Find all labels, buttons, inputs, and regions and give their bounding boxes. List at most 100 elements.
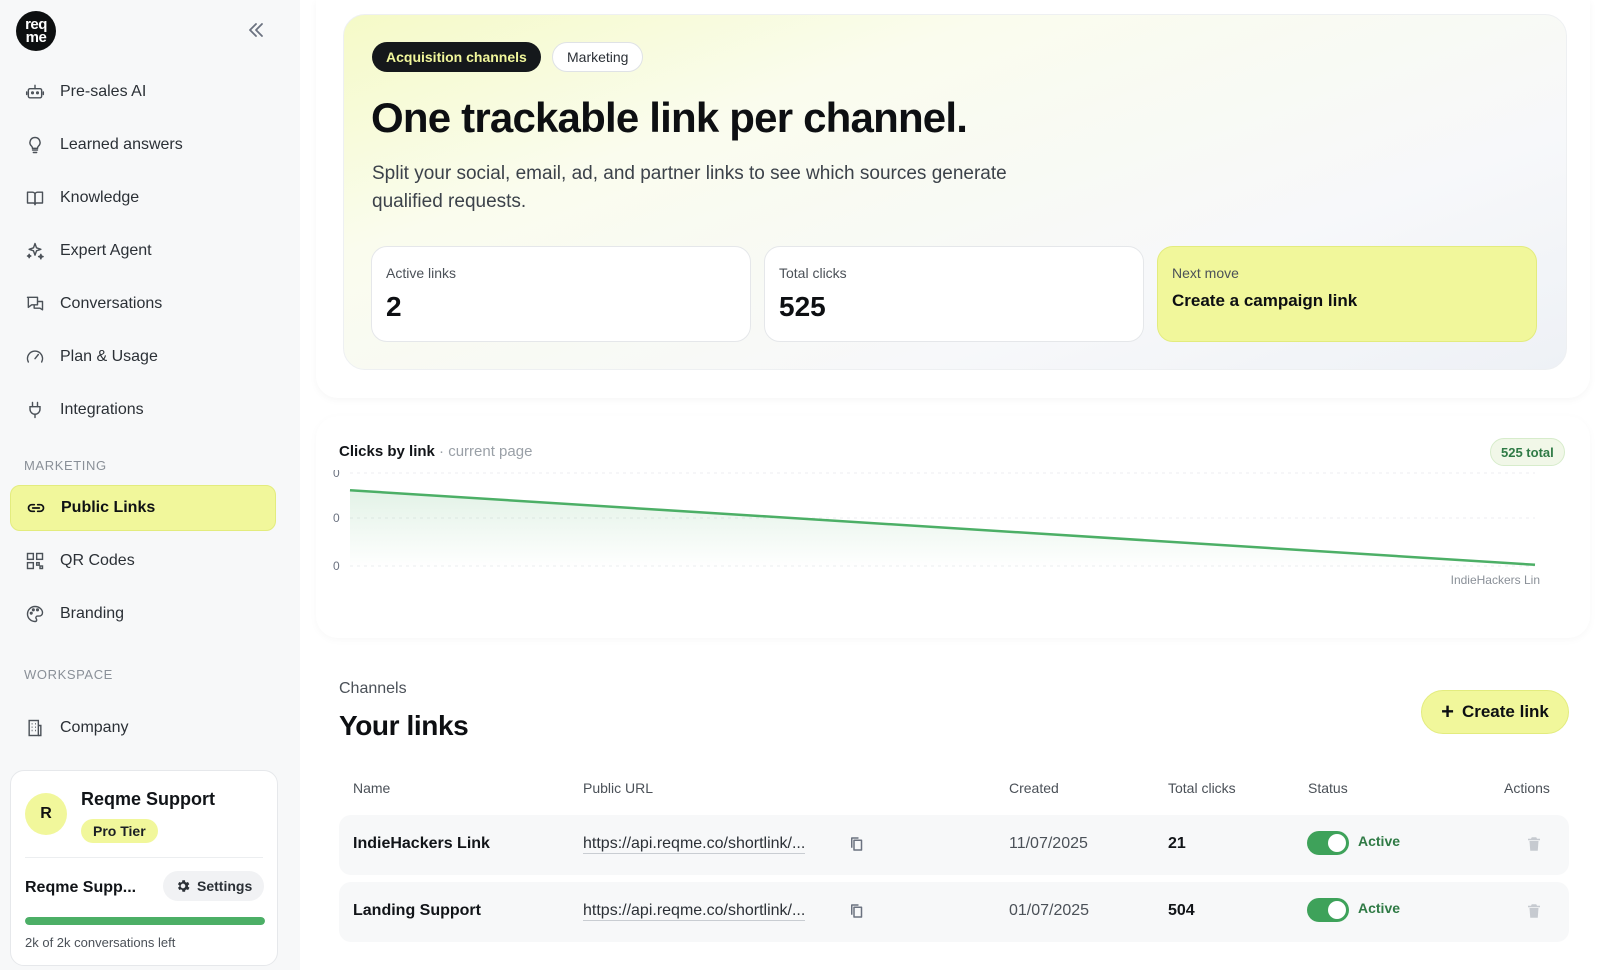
sidebar-item-branding[interactable]: Branding [10, 591, 276, 637]
page-title: One trackable link per channel. [371, 94, 968, 141]
link-name: Landing Support [353, 902, 481, 919]
copy-icon[interactable] [848, 902, 866, 920]
link-name: IndieHackers Link [353, 835, 490, 852]
link-icon [25, 497, 47, 519]
column-header-name[interactable]: Name [353, 780, 390, 796]
toggle-knob [1328, 834, 1346, 852]
trash-icon[interactable] [1525, 902, 1543, 920]
status-label: Active [1358, 833, 1401, 849]
status-toggle[interactable] [1307, 831, 1349, 855]
palette-icon [24, 603, 46, 625]
chat-bubbles-icon [24, 293, 46, 315]
sidebar-item-label: Knowledge [60, 189, 140, 206]
chart-title: Clicks by link · current page [339, 443, 532, 460]
acquisition-channels-pill: Acquisition channels [372, 42, 541, 72]
account-card: R Reqme Support Pro Tier Reqme Supp... S… [10, 770, 278, 966]
x-tick-label: IndieHackers Lin [1451, 573, 1540, 587]
next-move-card[interactable]: Next move Create a campaign link [1157, 246, 1537, 342]
trash-icon[interactable] [1525, 835, 1543, 853]
section-title: Your links [339, 710, 469, 741]
sidebar-item-pre-sales-ai[interactable]: Pre-sales AI [10, 69, 276, 115]
create-link-label: Create link [1461, 702, 1549, 721]
clicks-line-chart: 0 0 0 IndieHackers Lin [333, 470, 1540, 587]
status-label: Active [1358, 900, 1401, 916]
sidebar-item-label: Conversations [60, 295, 163, 312]
brand-logo[interactable]: req me [16, 11, 56, 51]
total-clicks: 21 [1168, 835, 1186, 852]
divider [25, 857, 263, 858]
column-header-status[interactable]: Status [1308, 780, 1348, 796]
sidebar-item-label: Expert Agent [60, 242, 152, 259]
robot-icon [24, 81, 46, 103]
sidebar-item-public-links[interactable]: Public Links [10, 485, 276, 531]
account-name: Reqme Support [81, 789, 216, 809]
created-date: 01/07/2025 [1009, 902, 1090, 919]
sidebar-item-label: Pre-sales AI [60, 83, 147, 100]
public-url-link[interactable]: https://api.reqme.co/shortlink/... [583, 835, 806, 854]
sidebar: req me Pre-sales AI Learned answers Know… [0, 0, 300, 970]
avatar[interactable]: R [25, 793, 67, 835]
column-header-actions: Actions [1504, 780, 1550, 796]
section-label-workspace: WORKSPACE [24, 667, 113, 682]
sidebar-item-knowledge[interactable]: Knowledge [10, 175, 276, 221]
sidebar-item-conversations[interactable]: Conversations [10, 281, 276, 327]
sidebar-item-expert-agent[interactable]: Expert Agent [10, 228, 276, 274]
y-tick-label: 0 [333, 511, 340, 525]
y-tick-label: 0 [333, 559, 340, 573]
column-header-created[interactable]: Created [1009, 780, 1059, 796]
toggle-knob [1328, 901, 1346, 919]
sidebar-item-plan-usage[interactable]: Plan & Usage [10, 334, 276, 380]
section-eyebrow: Channels [339, 680, 407, 697]
stat-label: Active links [386, 265, 457, 281]
chart-subtitle: · current page [439, 443, 533, 460]
building-icon [24, 717, 46, 739]
sidebar-item-integrations[interactable]: Integrations [10, 387, 276, 433]
settings-button[interactable]: Settings [163, 871, 265, 901]
book-icon [24, 187, 46, 209]
plus-icon: + [1441, 699, 1454, 724]
plug-icon [24, 399, 46, 421]
y-tick-label: 0 [333, 470, 340, 480]
next-move-action: Create a campaign link [1172, 291, 1358, 310]
section-label-marketing: MARKETING [24, 458, 107, 473]
sidebar-item-label: Integrations [60, 401, 144, 418]
usage-progress-bar [25, 917, 265, 925]
create-link-button[interactable]: + Create link [1421, 690, 1569, 734]
column-header-total-clicks[interactable]: Total clicks [1168, 780, 1236, 796]
settings-label: Settings [197, 878, 253, 894]
column-header-public-url[interactable]: Public URL [583, 780, 653, 796]
logo-text-bottom: me [25, 29, 47, 46]
stat-value: 2 [386, 291, 402, 322]
marketing-pill: Marketing [552, 42, 644, 72]
sidebar-item-label: Company [60, 719, 129, 736]
total-clicks: 504 [1168, 902, 1195, 919]
usage-text: 2k of 2k conversations left [25, 935, 176, 950]
gear-icon [175, 878, 191, 894]
public-url-link[interactable]: https://api.reqme.co/shortlink/... [583, 902, 806, 921]
collapse-sidebar-icon[interactable] [244, 18, 268, 42]
gauge-icon [24, 346, 46, 368]
status-toggle[interactable] [1307, 898, 1349, 922]
table-row[interactable]: Landing Support https://api.reqme.co/sho… [339, 882, 1569, 942]
sidebar-item-label: Plan & Usage [60, 348, 158, 365]
copy-icon[interactable] [848, 835, 866, 853]
stat-total-clicks: Total clicks 525 [764, 246, 1144, 342]
created-date: 11/07/2025 [1009, 835, 1088, 852]
total-clicks-badge: 525 total [1490, 438, 1565, 466]
sidebar-item-label: Branding [60, 605, 125, 622]
qr-code-icon [24, 550, 46, 572]
sidebar-item-qr-codes[interactable]: QR Codes [10, 538, 276, 584]
stat-active-links: Active links 2 [371, 246, 751, 342]
sidebar-item-learned-answers[interactable]: Learned answers [10, 122, 276, 168]
sidebar-item-label: Learned answers [60, 136, 183, 153]
lightbulb-icon [24, 134, 46, 156]
page-subtitle: Split your social, email, ad, and partne… [372, 163, 1007, 212]
workspace-name: Reqme Supp... [25, 879, 137, 896]
sidebar-item-label: Public Links [61, 499, 156, 516]
sparkles-icon [24, 240, 46, 262]
table-row[interactable]: IndieHackers Link https://api.reqme.co/s… [339, 815, 1569, 875]
chart-title-text: Clicks by link [339, 443, 435, 460]
stat-label: Next move [1172, 265, 1239, 281]
stat-value: 525 [779, 291, 826, 322]
sidebar-item-company[interactable]: Company [10, 705, 276, 751]
